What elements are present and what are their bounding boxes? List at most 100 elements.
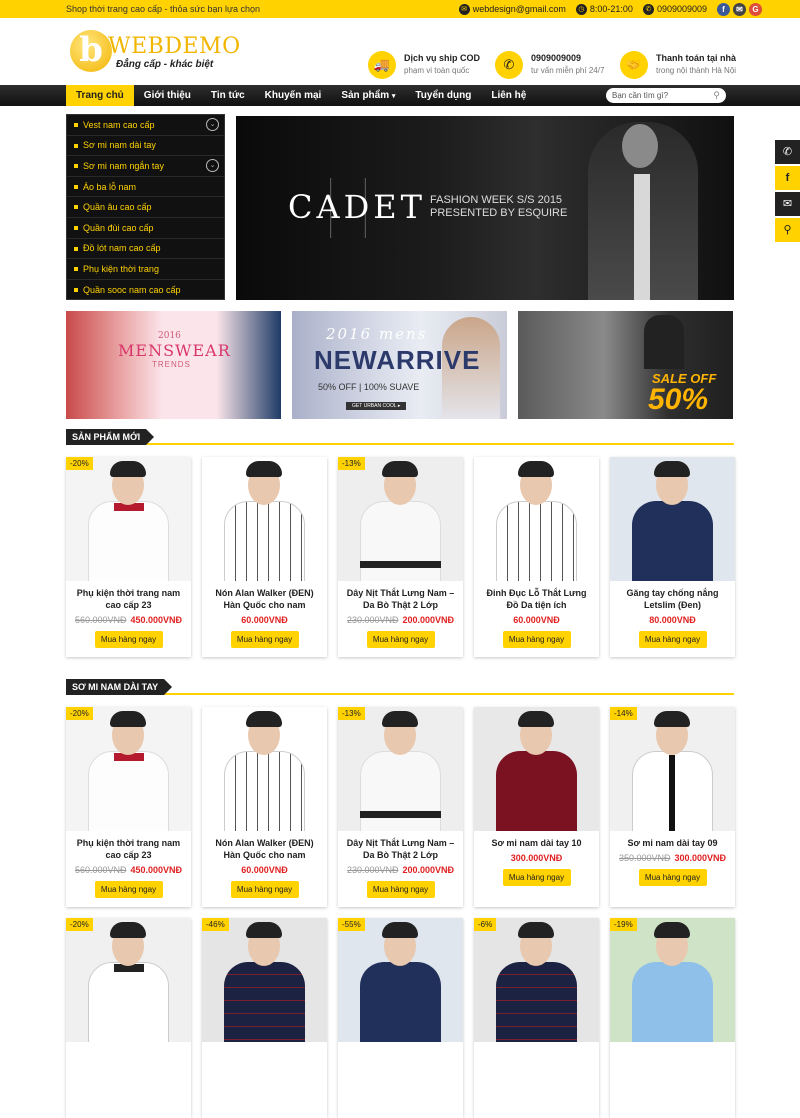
- mail-icon[interactable]: ✉: [733, 2, 746, 16]
- category-item[interactable]: Áo ba lỗ nam: [67, 177, 224, 198]
- category-item[interactable]: Đồ lót nam cao cấp: [67, 239, 224, 260]
- product-card[interactable]: Găng tay chống nắng Letslim (Đen) 80.000…: [610, 457, 735, 657]
- price: 200.000VNĐ: [402, 615, 455, 625]
- banner-menswear[interactable]: 2016 MENSWEAR TRENDS: [66, 311, 281, 419]
- product-card[interactable]: -20% Phụ kiện thời trang nam cao cấp 23 …: [66, 707, 191, 907]
- search-icon[interactable]: ⚲: [713, 88, 720, 103]
- chevron-down-icon[interactable]: ⌄: [206, 118, 219, 131]
- product-card[interactable]: -6%: [474, 918, 599, 1118]
- nav-promotions[interactable]: Khuyến mại: [255, 85, 332, 106]
- category-item[interactable]: Quần sooc nam cao cấp: [67, 280, 224, 301]
- buy-now-button[interactable]: Mua hàng ngay: [230, 631, 299, 648]
- product-card[interactable]: -19%: [610, 918, 735, 1118]
- buy-now-button[interactable]: Mua hàng ngay: [502, 631, 571, 648]
- nav-about[interactable]: Giới thiệu: [134, 85, 201, 106]
- product-card[interactable]: Đinh Đục Lỗ Thắt Lưng Đồ Da tiện ích 60.…: [474, 457, 599, 657]
- product-name[interactable]: Nón Alan Walker (ĐEN) Hàn Quốc cho nam: [202, 587, 327, 611]
- logo[interactable]: b WEBDEMO Đẳng cấp - khác biệt: [70, 28, 240, 78]
- category-item[interactable]: Sơ mi nam dài tay: [67, 136, 224, 157]
- product-card[interactable]: -46%: [202, 918, 327, 1118]
- product-name[interactable]: Đinh Đục Lỗ Thắt Lưng Đồ Da tiện ích: [474, 587, 599, 611]
- product-name[interactable]: Sơ mi nam dài tay 10: [474, 837, 599, 849]
- map-marker-icon[interactable]: ⚲: [775, 218, 800, 242]
- banner2-year: 2016 mens: [326, 325, 428, 343]
- product-image[interactable]: [474, 707, 599, 831]
- discount-badge: -55%: [338, 918, 365, 931]
- banner-sale[interactable]: SALE OFF 50%: [518, 311, 733, 419]
- product-image[interactable]: [66, 918, 191, 1042]
- old-price: 230.000VNĐ: [346, 615, 399, 625]
- google-plus-icon[interactable]: G: [749, 2, 762, 16]
- email-text: webdesign@gmail.com: [472, 4, 566, 14]
- product-image[interactable]: [610, 918, 735, 1042]
- banner1-sub: TRENDS: [152, 360, 191, 369]
- product-card[interactable]: Nón Alan Walker (ĐEN) Hàn Quốc cho nam 6…: [202, 457, 327, 657]
- price: 200.000VNĐ: [402, 865, 455, 875]
- category-label: Đồ lót nam cao cấp: [83, 243, 161, 254]
- product-name[interactable]: Phụ kiện thời trang nam cao cấp 23: [66, 587, 191, 611]
- product-image[interactable]: [610, 457, 735, 581]
- product-image[interactable]: [338, 707, 463, 831]
- facebook-icon[interactable]: f: [775, 166, 800, 190]
- product-image[interactable]: [66, 707, 191, 831]
- nav-careers[interactable]: Tuyển dụng: [405, 85, 481, 106]
- category-item[interactable]: Sơ mi nam ngắn tay ⌄: [67, 156, 224, 177]
- banner-new-arrive[interactable]: 2016 mens NEWARRIVE 50% OFF | 100% SUAVE…: [292, 311, 507, 419]
- chevron-down-icon[interactable]: ⌄: [206, 159, 219, 173]
- product-card[interactable]: -14% Sơ mi nam dài tay 09 350.000VNĐ 300.…: [610, 707, 735, 907]
- product-image[interactable]: [202, 707, 327, 831]
- banner1-year: 2016: [158, 331, 181, 341]
- nav-contact[interactable]: Liên hệ: [481, 85, 536, 106]
- section-title[interactable]: SẢN PHẨM MỚI: [66, 429, 155, 445]
- hero-slider[interactable]: CADET FASHION WEEK S/S 2015 PRESENTED BY …: [236, 116, 734, 300]
- product-name[interactable]: Phụ kiện thời trang nam cao cấp 23: [66, 837, 191, 861]
- product-name[interactable]: Sơ mi nam dài tay 09: [610, 837, 735, 849]
- category-item[interactable]: Quần đùi cao cấp: [67, 218, 224, 239]
- product-image[interactable]: [338, 918, 463, 1042]
- buy-now-button[interactable]: Mua hàng ngay: [366, 881, 435, 898]
- product-card[interactable]: -55%: [338, 918, 463, 1118]
- product-name[interactable]: Dây Nịt Thắt Lưng Nam – Da Bò Thật 2 Lớp: [338, 837, 463, 861]
- product-image[interactable]: [474, 457, 599, 581]
- section-title[interactable]: SƠ MI NAM DÀI TAY: [66, 679, 173, 695]
- category-item[interactable]: Vest nam cao cấp ⌄: [67, 115, 224, 136]
- buy-now-button[interactable]: Mua hàng ngay: [230, 881, 299, 898]
- product-name[interactable]: Nón Alan Walker (ĐEN) Hàn Quốc cho nam: [202, 837, 327, 861]
- nav-home[interactable]: Trang chủ: [66, 85, 134, 106]
- buy-now-button[interactable]: Mua hàng ngay: [94, 881, 163, 898]
- phone-link[interactable]: ✆ 0909009009: [642, 3, 707, 15]
- product-card[interactable]: -20% Phụ kiện thời trang nam cao cấp 23 …: [66, 457, 191, 657]
- banner2-button[interactable]: GET URBAN COOL ▸: [346, 402, 407, 410]
- buy-now-button[interactable]: Mua hàng ngay: [502, 869, 571, 886]
- buy-now-button[interactable]: Mua hàng ngay: [94, 631, 163, 648]
- buy-now-button[interactable]: Mua hàng ngay: [638, 631, 707, 648]
- product-card[interactable]: Nón Alan Walker (ĐEN) Hàn Quốc cho nam 6…: [202, 707, 327, 907]
- product-name[interactable]: Găng tay chống nắng Letslim (Đen): [610, 587, 735, 611]
- product-image[interactable]: [202, 918, 327, 1042]
- product-card[interactable]: Sơ mi nam dài tay 10 300.000VNĐ Mua hàng…: [474, 707, 599, 907]
- product-card[interactable]: -13% Dây Nịt Thắt Lưng Nam – Da Bò Thật …: [338, 457, 463, 657]
- product-name[interactable]: Dây Nịt Thắt Lưng Nam – Da Bò Thật 2 Lớp: [338, 587, 463, 611]
- product-image[interactable]: [202, 457, 327, 581]
- search-input[interactable]: Bạn cần tìm gì? ⚲: [606, 88, 726, 103]
- nav-news[interactable]: Tin tức: [201, 85, 255, 106]
- category-item[interactable]: Quần âu cao cấp: [67, 197, 224, 218]
- email-link[interactable]: ✉ webdesign@gmail.com: [458, 3, 566, 15]
- phone-icon[interactable]: ✆: [775, 140, 800, 164]
- product-card[interactable]: -13% Dây Nịt Thắt Lưng Nam – Da Bò Thật …: [338, 707, 463, 907]
- facebook-icon[interactable]: f: [717, 2, 730, 16]
- nav-products[interactable]: Sản phẩm ▾: [331, 85, 405, 106]
- category-label: Phụ kiện thời trang: [83, 263, 159, 274]
- buy-now-button[interactable]: Mua hàng ngay: [366, 631, 435, 648]
- product-image[interactable]: [610, 707, 735, 831]
- product-card[interactable]: -20%: [66, 918, 191, 1118]
- category-item[interactable]: Phụ kiện thời trang: [67, 259, 224, 280]
- buy-now-button[interactable]: Mua hàng ngay: [638, 869, 707, 886]
- product-image[interactable]: [66, 457, 191, 581]
- payment-info: 🤝 Thanh toán tại nhà trong nội thành Hà N…: [620, 51, 736, 79]
- promo-banners: 2016 MENSWEAR TRENDS 2016 mens NEWARRIVE…: [66, 311, 734, 419]
- mail-icon[interactable]: ✉: [775, 192, 800, 216]
- nav-products-label: Sản phẩm: [341, 90, 390, 101]
- product-image[interactable]: [474, 918, 599, 1042]
- product-image[interactable]: [338, 457, 463, 581]
